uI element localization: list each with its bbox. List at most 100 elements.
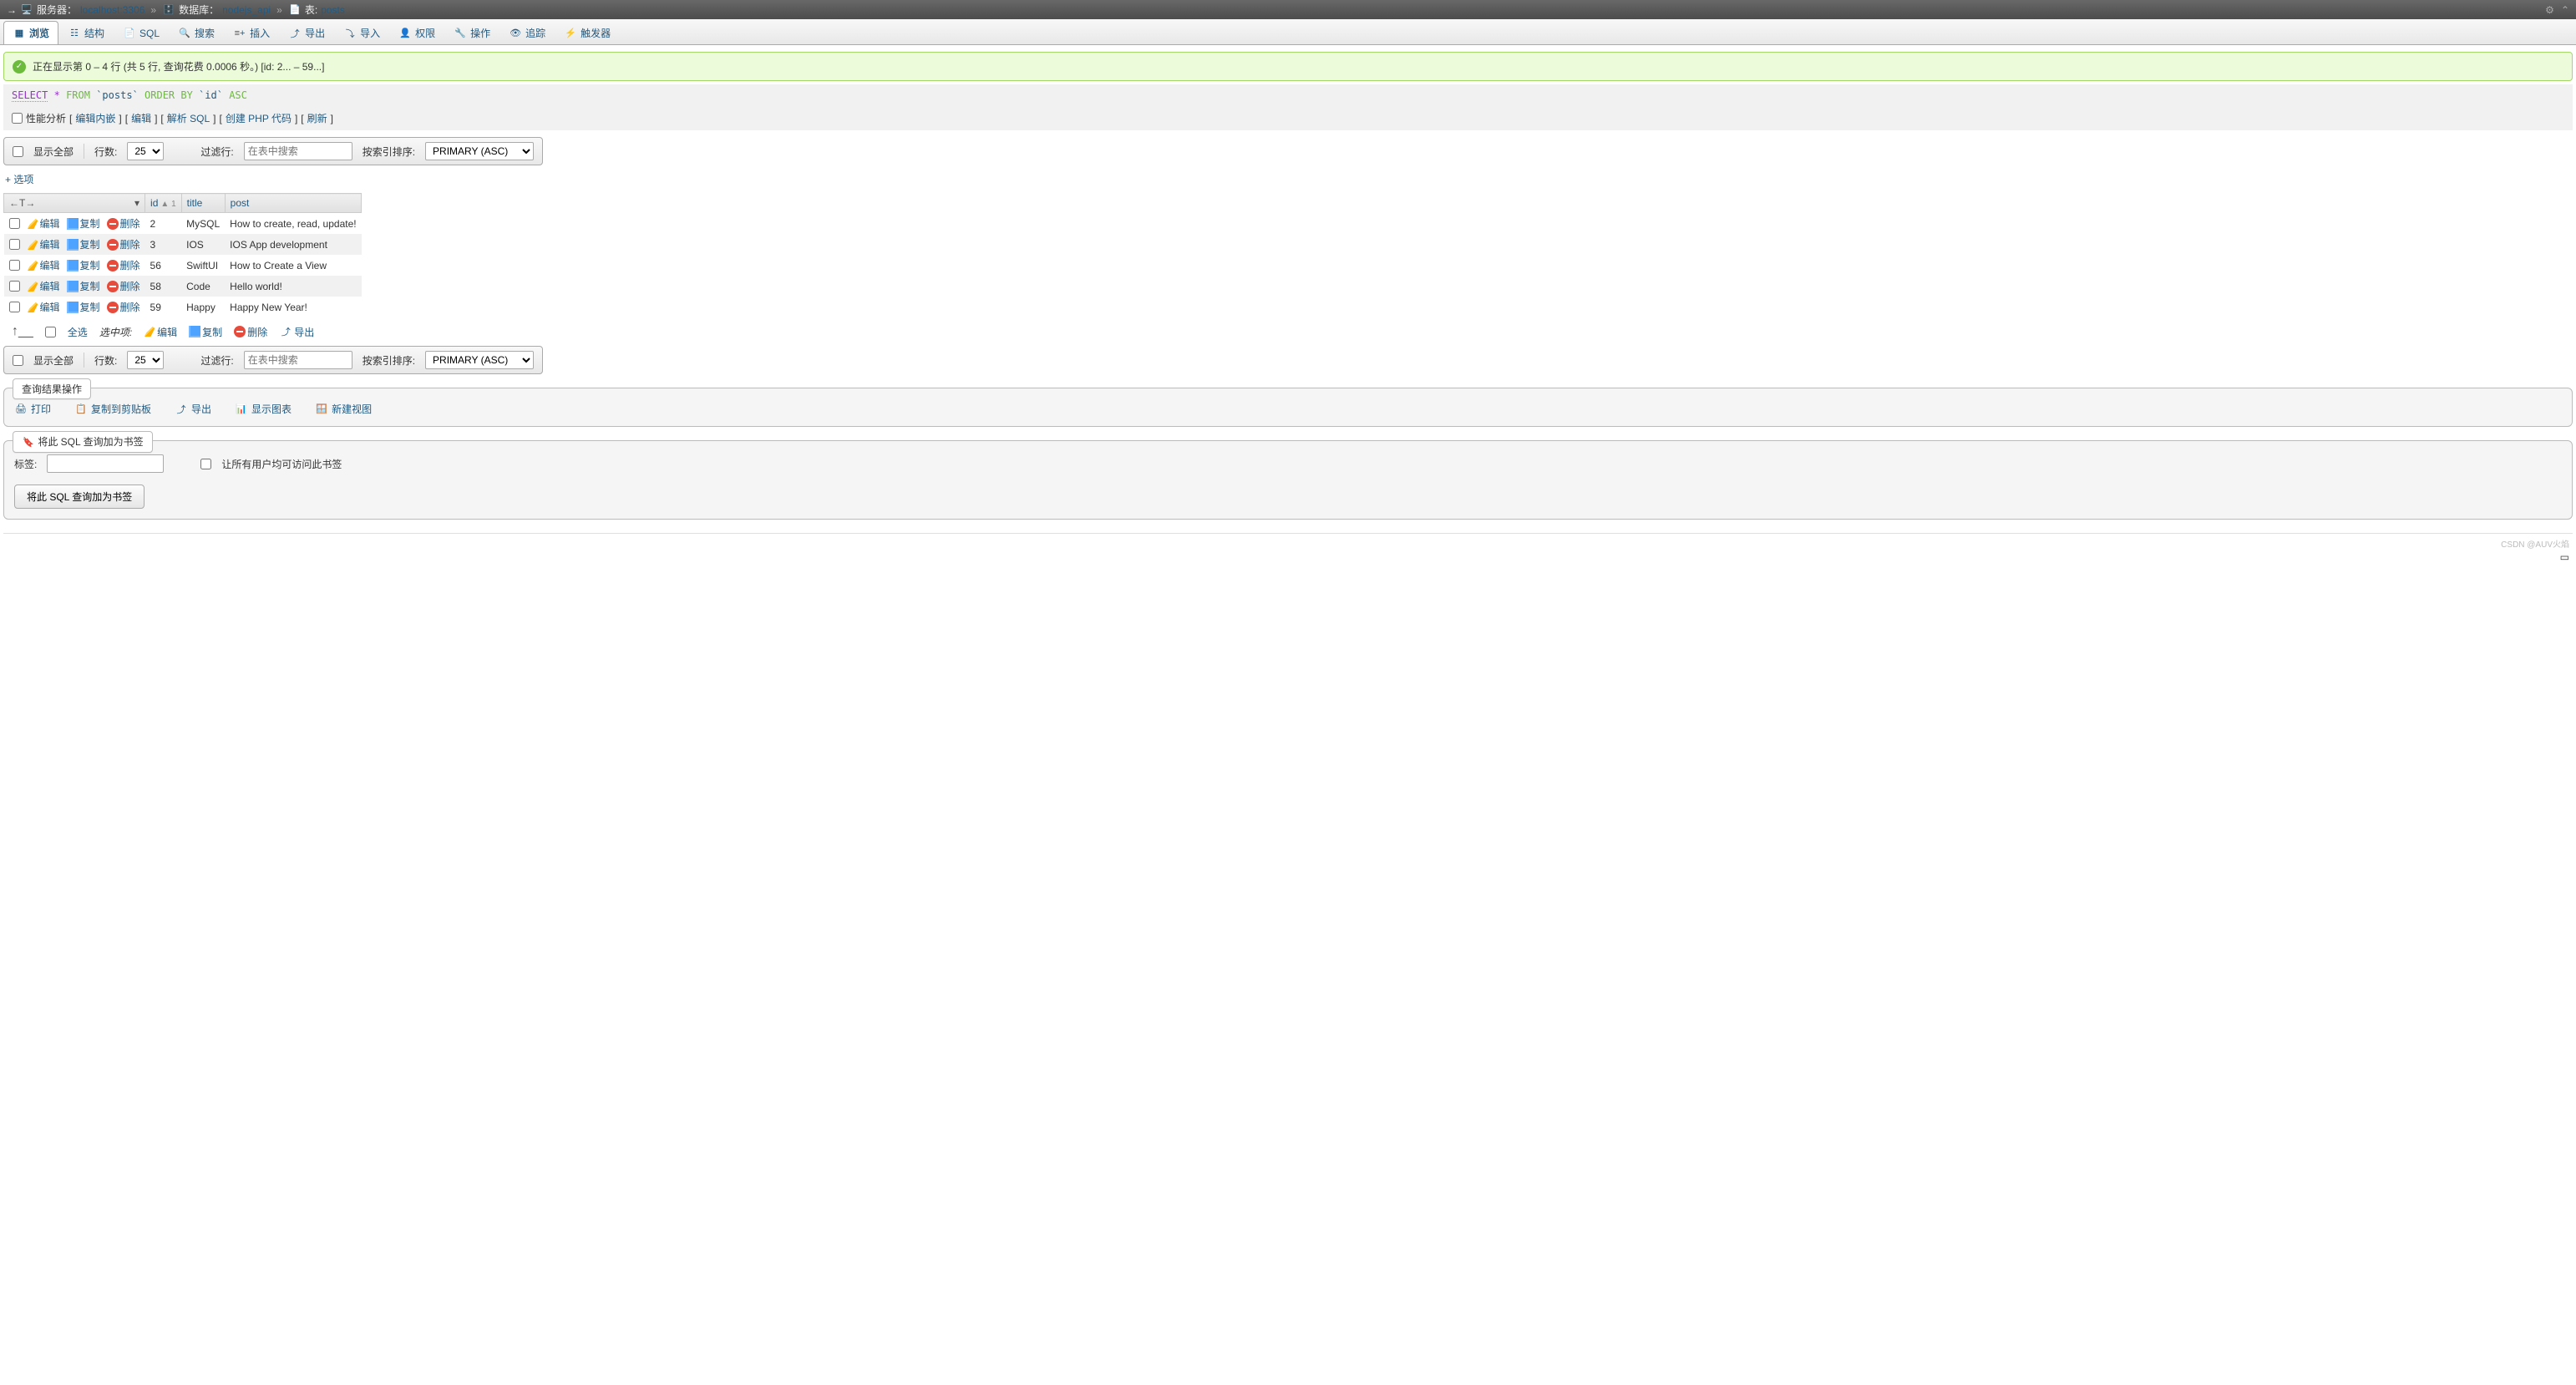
tab-export[interactable]: ⤴导出: [279, 21, 334, 44]
rows-select-2[interactable]: 25: [127, 351, 164, 369]
tab-structure[interactable]: ☷结构: [58, 21, 114, 44]
row-checkbox[interactable]: [9, 260, 20, 271]
gear-icon[interactable]: ⚙: [2545, 4, 2554, 16]
row-checkbox[interactable]: [9, 218, 20, 229]
controls-top: 显示全部 行数: 25 过滤行: 按索引排序: PRIMARY (ASC): [3, 137, 543, 165]
breadcrumb-server[interactable]: localhost:3306: [80, 4, 145, 16]
col-actions[interactable]: ←T→ ▾: [4, 194, 145, 213]
delete-icon: [107, 281, 119, 292]
row-delete[interactable]: 删除: [107, 216, 140, 231]
row-edit[interactable]: 编辑: [27, 216, 60, 231]
row-edit[interactable]: 编辑: [27, 237, 60, 251]
check-all-link[interactable]: 全选: [68, 325, 88, 339]
operations-icon: 🔧: [454, 27, 467, 40]
row-edit[interactable]: 编辑: [27, 279, 60, 293]
bulk-copy[interactable]: 复制: [189, 325, 222, 339]
filter-input-2[interactable]: [244, 351, 352, 369]
query-result-operations: 查询结果操作 🖨打印 📋复制到剪贴板 ⤴导出 📊显示图表 🪟新建视图: [3, 388, 2573, 427]
bookmark-share-label: 让所有用户均可访问此书签: [221, 457, 342, 471]
row-delete[interactable]: 删除: [107, 258, 140, 272]
filter-input[interactable]: [244, 142, 352, 160]
copy-icon: [67, 218, 79, 230]
op-print[interactable]: 🖨打印: [14, 402, 51, 416]
col-id[interactable]: id▲ 1: [145, 194, 182, 213]
cell-title: IOS: [181, 234, 225, 255]
structure-icon: ☷: [68, 27, 81, 40]
row-copy[interactable]: 复制: [67, 216, 100, 231]
edit-link[interactable]: 编辑: [131, 111, 151, 125]
tab-privileges[interactable]: 👤权限: [389, 21, 444, 44]
rows-label-2: 行数:: [94, 353, 117, 368]
sort-select[interactable]: PRIMARY (ASC): [425, 142, 534, 160]
tab-triggers[interactable]: ⚡触发器: [555, 21, 620, 44]
tab-operations[interactable]: 🔧操作: [444, 21, 499, 44]
tab-insert[interactable]: ≡+插入: [224, 21, 279, 44]
tab-tracking[interactable]: 👁追踪: [499, 21, 555, 44]
breadcrumb-table[interactable]: posts: [321, 4, 345, 16]
bookmark-submit-button[interactable]: 将此 SQL 查询加为书签: [14, 484, 145, 509]
collapse-icon[interactable]: ⌃: [2561, 4, 2569, 16]
op-chart[interactable]: 📊显示图表: [235, 402, 292, 416]
bookmark-share-checkbox[interactable]: [200, 459, 211, 469]
edit-inline-link[interactable]: 编辑内嵌: [75, 111, 115, 125]
filter-label-2: 过滤行:: [200, 353, 233, 368]
sort-select-2[interactable]: PRIMARY (ASC): [425, 351, 534, 369]
row-checkbox[interactable]: [9, 239, 20, 250]
show-all-checkbox[interactable]: [13, 146, 23, 157]
db-label: 数据库：: [179, 3, 219, 17]
col-title[interactable]: title: [181, 194, 225, 213]
bookmark-label-text: 标签:: [14, 457, 37, 471]
export-icon: ⤴: [288, 27, 302, 40]
row-checkbox[interactable]: [9, 302, 20, 312]
cell-post: Hello world!: [225, 276, 361, 297]
tab-browse[interactable]: ▦浏览: [3, 21, 58, 44]
delete-icon: [107, 260, 119, 271]
create-php-link[interactable]: 创建 PHP 代码: [226, 111, 292, 125]
row-copy[interactable]: 复制: [67, 300, 100, 314]
row-edit[interactable]: 编辑: [27, 258, 60, 272]
tab-bar: ▦浏览 ☷结构 📄SQL 🔍搜索 ≡+插入 ⤴导出 ⤵导入 👤权限 🔧操作 👁追…: [0, 19, 2576, 45]
profiling-checkbox[interactable]: [12, 113, 23, 124]
row-copy[interactable]: 复制: [67, 237, 100, 251]
rows-select[interactable]: 25: [127, 142, 164, 160]
row-delete[interactable]: 删除: [107, 279, 140, 293]
refresh-link[interactable]: 刷新: [307, 111, 327, 125]
cell-id: 58: [145, 276, 182, 297]
cell-id: 56: [145, 255, 182, 276]
cell-id: 2: [145, 213, 182, 235]
col-post[interactable]: post: [225, 194, 361, 213]
row-edit[interactable]: 编辑: [27, 300, 60, 314]
tab-import[interactable]: ⤵导入: [334, 21, 389, 44]
cell-post: Happy New Year!: [225, 297, 361, 317]
row-copy[interactable]: 复制: [67, 258, 100, 272]
sql-icon: 📄: [123, 27, 136, 40]
cell-post: How to Create a View: [225, 255, 361, 276]
row-delete[interactable]: 删除: [107, 237, 140, 251]
tab-search[interactable]: 🔍搜索: [169, 21, 224, 44]
op-copy-clipboard[interactable]: 📋复制到剪贴板: [74, 402, 151, 416]
row-copy[interactable]: 复制: [67, 279, 100, 293]
check-all-checkbox[interactable]: [45, 327, 56, 337]
op-create-view[interactable]: 🪟新建视图: [315, 402, 372, 416]
table-row: 编辑复制删除2MySQLHow to create, read, update!: [4, 213, 362, 235]
bulk-export[interactable]: ⤴导出: [279, 325, 314, 339]
hide-panel-icon[interactable]: →: [7, 4, 17, 16]
options-toggle[interactable]: + 选项: [5, 172, 2571, 186]
chart-icon: 📊: [235, 403, 248, 416]
bookmark-label-input[interactable]: [47, 454, 164, 473]
row-delete[interactable]: 删除: [107, 300, 140, 314]
op-export[interactable]: ⤴导出: [175, 402, 211, 416]
console-toggle-icon[interactable]: ▭: [2560, 551, 2569, 563]
insert-icon: ≡+: [233, 27, 246, 40]
breadcrumb-database[interactable]: nodejs_api: [222, 4, 271, 16]
tab-sql[interactable]: 📄SQL: [114, 21, 169, 44]
bulk-edit[interactable]: 编辑: [144, 325, 177, 339]
copy-icon: [67, 281, 79, 292]
show-all-checkbox-2[interactable]: [13, 355, 23, 366]
row-checkbox[interactable]: [9, 281, 20, 292]
table-row: 编辑复制删除56SwiftUIHow to Create a View: [4, 255, 362, 276]
delete-icon: [234, 326, 246, 337]
separator: »: [276, 4, 282, 16]
bulk-delete[interactable]: 删除: [234, 325, 267, 339]
explain-sql-link[interactable]: 解析 SQL: [167, 111, 210, 125]
